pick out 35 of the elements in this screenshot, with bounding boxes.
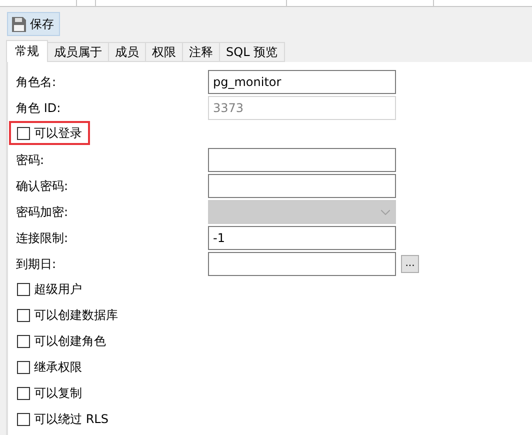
tab[interactable]: 注释 — [182, 42, 220, 62]
checkbox[interactable] — [17, 308, 30, 322]
checkbox-label: 可以登录 — [34, 124, 82, 142]
checkbox[interactable] — [17, 334, 30, 348]
checkbox[interactable] — [17, 360, 30, 374]
checkbox-label: 可以创建数据库 — [34, 306, 118, 324]
input-field[interactable] — [208, 252, 396, 276]
input-field[interactable] — [208, 148, 396, 172]
save-button[interactable]: 保存 — [7, 12, 60, 36]
field-label: 确认密码: — [15, 178, 70, 194]
checkbox[interactable] — [17, 282, 30, 296]
tab[interactable]: 成员属于 — [47, 42, 109, 62]
field-label: 角色 ID: — [15, 100, 62, 116]
chevron-down-icon — [381, 210, 390, 214]
tab[interactable]: 权限 — [145, 42, 183, 62]
tab[interactable]: 常规 — [6, 40, 48, 62]
field-label: 角色名: — [15, 74, 58, 90]
checkbox-label: 可以创建角色 — [34, 332, 106, 350]
browse-button[interactable]: ... — [401, 255, 419, 273]
input-field[interactable]: -1 — [208, 226, 396, 250]
checkbox[interactable] — [17, 126, 30, 140]
checkbox[interactable] — [17, 412, 30, 426]
checkbox[interactable] — [17, 386, 30, 400]
checkbox-label: 继承权限 — [34, 358, 82, 376]
tab[interactable]: 成员 — [108, 42, 146, 62]
field-label: 连接限制: — [15, 230, 70, 246]
field-label: 密码: — [15, 152, 46, 168]
checkbox-label: 超级用户 — [34, 280, 82, 298]
input-field[interactable]: pg_monitor — [208, 70, 396, 94]
tab[interactable]: SQL 预览 — [219, 42, 285, 62]
checkbox-label: 可以复制 — [34, 384, 82, 402]
field-label: 密码加密: — [15, 204, 70, 220]
input-field[interactable] — [208, 174, 396, 198]
checkbox-label: 可以绕过 RLS — [34, 410, 108, 428]
field-label: 到期日: — [15, 256, 58, 272]
